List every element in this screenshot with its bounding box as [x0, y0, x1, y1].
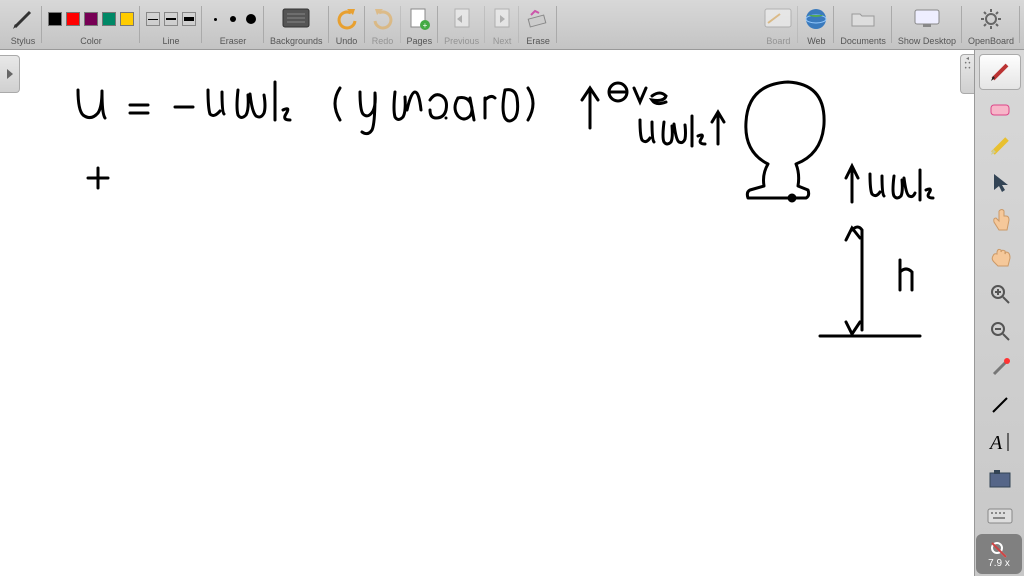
capture-tool[interactable]: [979, 461, 1021, 497]
globe-icon: [804, 7, 828, 31]
hand-grab-icon: [988, 246, 1012, 268]
stylus-label: Stylus: [11, 36, 36, 46]
previous-label: Previous: [444, 36, 479, 46]
tool-dock: A: [974, 50, 1024, 576]
eraser-icon: [988, 99, 1012, 119]
zoom-value: 7.9 x: [988, 558, 1010, 569]
line-icon: [989, 394, 1011, 416]
backgrounds-group[interactable]: Backgrounds: [264, 0, 329, 49]
documents-group[interactable]: Documents: [834, 0, 892, 49]
color-swatch-teal[interactable]: [102, 12, 116, 26]
desktop-icon: [913, 8, 941, 30]
eraser-tool[interactable]: [979, 91, 1021, 127]
line-label: Line: [162, 36, 179, 46]
chevron-right-icon: [5, 67, 15, 81]
zoom-in-icon: [989, 283, 1011, 305]
color-swatch-black[interactable]: [48, 12, 62, 26]
board-label: Board: [766, 36, 790, 46]
keyboard-icon: [987, 508, 1013, 524]
pages-icon: +: [407, 7, 431, 31]
redo-icon: [371, 7, 395, 31]
color-swatch-purple[interactable]: [84, 12, 98, 26]
pages-label: Pages: [407, 36, 433, 46]
pen-icon: [987, 59, 1013, 85]
laser-tool[interactable]: [979, 350, 1021, 386]
show-desktop-label: Show Desktop: [898, 36, 956, 46]
eraser-small[interactable]: [208, 12, 222, 26]
next-label: Next: [493, 36, 512, 46]
line-group: Line: [140, 0, 202, 49]
redo-label: Redo: [372, 36, 394, 46]
stylus-icon[interactable]: [10, 6, 36, 32]
top-toolbar: Stylus Color Line Eraser Backgro: [0, 0, 1024, 50]
highlighter-icon: [987, 133, 1013, 159]
openboard-label: OpenBoard: [968, 36, 1014, 46]
arrow-cursor-icon: [990, 172, 1010, 194]
next-group[interactable]: Next: [485, 0, 519, 49]
line-tool[interactable]: [979, 387, 1021, 423]
laser-icon: [988, 356, 1012, 380]
redo-group[interactable]: Redo: [365, 0, 401, 49]
eraser-large[interactable]: [244, 12, 258, 26]
color-label: Color: [80, 36, 102, 46]
documents-label: Documents: [840, 36, 886, 46]
line-thin[interactable]: [146, 12, 160, 26]
right-panel-toggle[interactable]: ◂• •• •: [960, 54, 974, 94]
web-label: Web: [807, 36, 825, 46]
erase-label: Erase: [526, 36, 550, 46]
svg-text:+: +: [423, 21, 428, 30]
eraser-size-group: Eraser: [202, 0, 264, 49]
selector-tool[interactable]: [979, 165, 1021, 201]
zoom-reset-icon: [989, 540, 1009, 558]
erase-icon: [525, 7, 551, 31]
openboard-group[interactable]: OpenBoard: [962, 0, 1020, 49]
stylus-group: Stylus: [4, 0, 42, 49]
color-swatch-yellow[interactable]: [120, 12, 134, 26]
svg-text:A: A: [988, 432, 1003, 453]
backgrounds-icon: [282, 8, 310, 30]
color-swatch-red[interactable]: [66, 12, 80, 26]
left-panel-toggle[interactable]: [0, 55, 20, 93]
text-tool[interactable]: A: [979, 424, 1021, 460]
show-desktop-group[interactable]: Show Desktop: [892, 0, 962, 49]
hand-point-icon: [989, 208, 1011, 232]
folder-icon: [850, 8, 876, 30]
zoom-in-tool[interactable]: [979, 276, 1021, 312]
line-med[interactable]: [164, 12, 178, 26]
pen-tool[interactable]: [979, 54, 1021, 90]
gear-icon: [979, 7, 1003, 31]
backgrounds-label: Backgrounds: [270, 36, 323, 46]
previous-group[interactable]: Previous: [438, 0, 485, 49]
zoom-indicator[interactable]: 7.9 x: [976, 534, 1022, 574]
keyboard-tool[interactable]: [979, 498, 1021, 534]
erase-group[interactable]: Erase: [519, 0, 557, 49]
color-group: Color: [42, 0, 140, 49]
zoom-out-tool[interactable]: [979, 313, 1021, 349]
line-thick[interactable]: [182, 12, 196, 26]
grab-tool[interactable]: [979, 239, 1021, 275]
handwriting-layer: [0, 50, 974, 576]
capture-icon: [988, 469, 1012, 489]
board-group[interactable]: Board: [758, 0, 798, 49]
text-icon: A: [988, 431, 1012, 453]
whiteboard-canvas[interactable]: [0, 50, 1024, 576]
undo-label: Undo: [336, 36, 358, 46]
eraser-med[interactable]: [226, 12, 240, 26]
pages-group[interactable]: + Pages: [401, 0, 439, 49]
highlighter-tool[interactable]: [979, 128, 1021, 164]
next-page-icon: [491, 7, 513, 31]
finger-tool[interactable]: [979, 202, 1021, 238]
zoom-out-icon: [989, 320, 1011, 342]
board-icon: [764, 8, 792, 30]
eraser-label: Eraser: [220, 36, 247, 46]
undo-group[interactable]: Undo: [329, 0, 365, 49]
web-group[interactable]: Web: [798, 0, 834, 49]
undo-icon: [335, 7, 359, 31]
previous-page-icon: [451, 7, 473, 31]
